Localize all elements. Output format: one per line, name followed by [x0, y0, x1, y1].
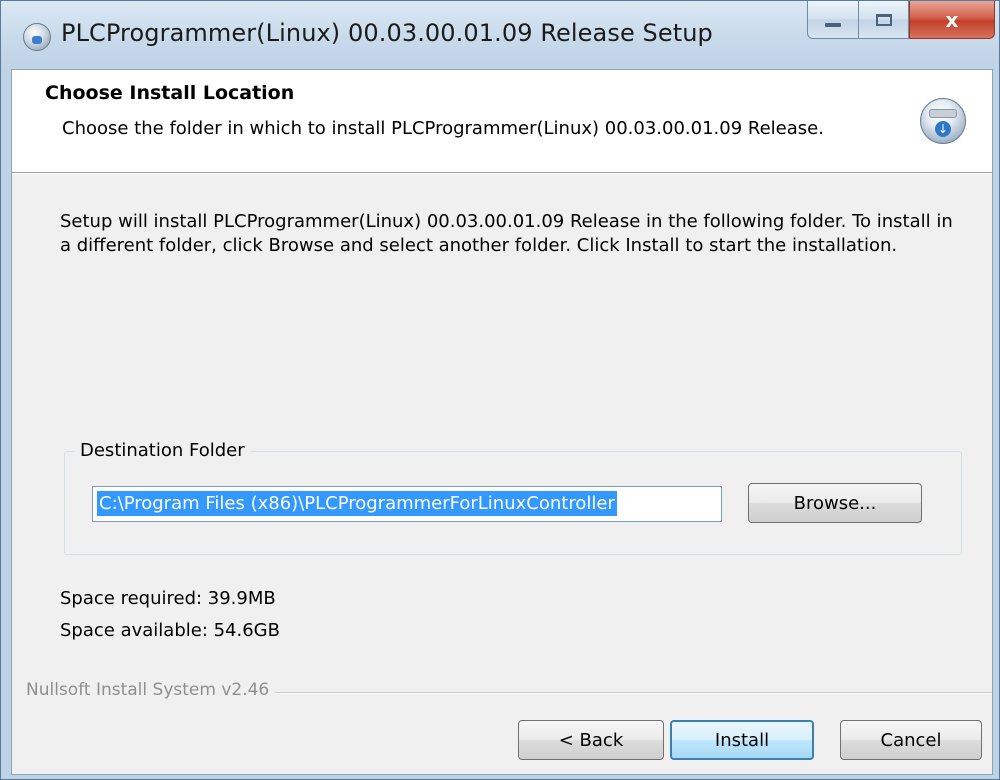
minimize-icon	[825, 22, 841, 27]
disc-label-band	[929, 109, 957, 118]
destination-path-input[interactable]: C:\Program Files (x86)\PLCProgrammerForL…	[92, 486, 722, 522]
maximize-button[interactable]	[859, 1, 909, 39]
destination-folder-legend: Destination Folder	[74, 440, 251, 461]
minimize-button[interactable]	[807, 1, 859, 39]
window-title: PLCProgrammer(Linux) 00.03.00.01.09 Rele…	[61, 19, 713, 47]
space-available: Space available: 54.6GB	[60, 620, 280, 641]
back-button[interactable]: < Back	[518, 720, 664, 760]
install-button[interactable]: Install	[670, 720, 814, 760]
app-icon	[23, 23, 51, 51]
dialog-client-area: Choose Install Location Choose the folde…	[11, 69, 993, 775]
close-icon: x	[945, 7, 959, 32]
page-title: Choose Install Location	[45, 82, 295, 104]
space-required: Space required: 39.9MB	[60, 588, 276, 609]
header-divider	[12, 173, 992, 174]
branding-text: Nullsoft Install System v2.46	[26, 680, 276, 700]
install-description: Setup will install PLCProgrammer(Linux) …	[60, 211, 953, 256]
close-button[interactable]: x	[909, 1, 995, 39]
maximize-icon	[875, 13, 892, 26]
download-arrow-icon: ↓	[935, 121, 951, 137]
page-subtitle: Choose the folder in which to install PL…	[62, 118, 824, 139]
setup-window: PLCProgrammer(Linux) 00.03.00.01.09 Rele…	[0, 0, 1000, 780]
browse-button[interactable]: Browse...	[748, 483, 922, 523]
destination-path-value: C:\Program Files (x86)\PLCProgrammerForL…	[97, 491, 617, 516]
title-bar[interactable]: PLCProgrammer(Linux) 00.03.00.01.09 Rele…	[1, 1, 1000, 69]
page-header: Choose Install Location Choose the folde…	[12, 70, 992, 173]
installer-disc-icon: ↓	[920, 98, 966, 144]
cancel-button[interactable]: Cancel	[840, 720, 982, 760]
